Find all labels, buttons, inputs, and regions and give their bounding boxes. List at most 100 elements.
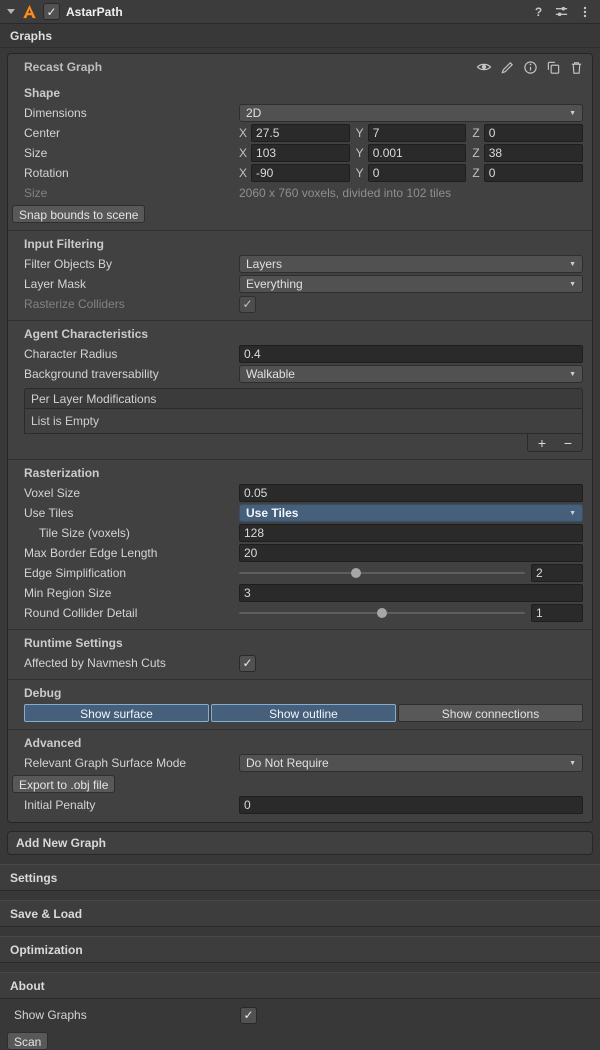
chevron-down-icon: ▼ xyxy=(569,281,576,288)
chevron-down-icon: ▼ xyxy=(569,110,576,117)
chevron-down-icon: ▼ xyxy=(569,510,576,517)
save-load-label: Save & Load xyxy=(10,907,82,921)
add-new-graph-button[interactable]: Add New Graph xyxy=(7,831,593,855)
per-layer-modifications-header[interactable]: Per Layer Modifications xyxy=(25,389,582,409)
list-empty-text: List is Empty xyxy=(31,414,99,428)
visibility-eye-icon[interactable] xyxy=(476,59,492,75)
max-border-edge-length-input[interactable] xyxy=(239,544,583,562)
min-region-size-label: Min Region Size xyxy=(24,586,239,600)
presets-icon[interactable] xyxy=(553,3,570,20)
tile-size-label: Tile Size (voxels) xyxy=(24,526,239,540)
size-label: Size xyxy=(24,146,239,160)
show-surface-button[interactable]: Show surface xyxy=(24,704,209,722)
round-collider-detail-input[interactable] xyxy=(531,604,583,622)
edge-simplification-label: Edge Simplification xyxy=(24,566,239,580)
use-tiles-dropdown[interactable]: Use Tiles ▼ xyxy=(239,504,583,522)
help-icon[interactable]: ? xyxy=(530,3,547,20)
filter-objects-by-label: Filter Objects By xyxy=(24,257,239,271)
edge-simplification-slider[interactable] xyxy=(239,564,525,582)
voxel-size-input[interactable] xyxy=(239,484,583,502)
axis-z-label: Z xyxy=(472,166,479,180)
max-border-edge-length-row: Max Border Edge Length xyxy=(24,544,583,562)
rotation-row: Rotation X Y Z xyxy=(24,164,583,182)
character-radius-row: Character Radius xyxy=(24,345,583,363)
rotation-y-input[interactable] xyxy=(368,164,467,182)
center-y-input[interactable] xyxy=(368,124,467,142)
axis-y-label: Y xyxy=(356,166,364,180)
debug-mode-buttons: Show surface Show outline Show connectio… xyxy=(24,704,583,722)
rasterization-group-header: Rasterization xyxy=(8,459,592,482)
size-x-input[interactable] xyxy=(251,144,350,162)
tile-size-input[interactable] xyxy=(239,524,583,542)
size-z-input[interactable] xyxy=(484,144,583,162)
foldout-open-icon[interactable] xyxy=(7,9,15,14)
size-info-label: Size xyxy=(24,186,239,200)
relevant-graph-surface-mode-value: Do Not Require xyxy=(246,756,565,770)
size-y-input[interactable] xyxy=(368,144,467,162)
dimensions-dropdown[interactable]: 2D ▼ xyxy=(239,104,583,122)
recast-graph-title: Recast Graph xyxy=(24,60,469,74)
component-enabled-checkbox[interactable]: ✓ xyxy=(43,3,60,20)
optimization-label: Optimization xyxy=(10,943,83,957)
show-outline-button[interactable]: Show outline xyxy=(211,704,396,722)
checkmark-icon: ✓ xyxy=(242,298,252,310)
export-obj-button[interactable]: Export to .obj file xyxy=(12,775,115,793)
shape-group-header: Shape xyxy=(8,80,592,102)
optimization-section-header[interactable]: Optimization xyxy=(0,936,600,963)
settings-section-header[interactable]: Settings xyxy=(0,864,600,891)
recast-graph-header[interactable]: Recast Graph xyxy=(8,55,592,79)
duplicate-icon[interactable] xyxy=(545,59,561,75)
background-traversability-label: Background traversability xyxy=(24,367,239,381)
relevant-graph-surface-mode-dropdown[interactable]: Do Not Require ▼ xyxy=(239,754,583,772)
character-radius-input[interactable] xyxy=(239,345,583,363)
min-region-size-input[interactable] xyxy=(239,584,583,602)
save-load-section-header[interactable]: Save & Load xyxy=(0,900,600,927)
rasterize-colliders-label: Rasterize Colliders xyxy=(24,297,239,311)
edit-pencil-icon[interactable] xyxy=(499,59,515,75)
scan-button[interactable]: Scan xyxy=(7,1032,48,1050)
agent-characteristics-group-header: Agent Characteristics xyxy=(8,320,592,343)
background-traversability-dropdown[interactable]: Walkable ▼ xyxy=(239,365,583,383)
center-z-input[interactable] xyxy=(484,124,583,142)
add-item-button[interactable]: + xyxy=(535,436,549,450)
background-traversability-row: Background traversability Walkable ▼ xyxy=(24,365,583,383)
snap-bounds-button[interactable]: Snap bounds to scene xyxy=(12,205,145,223)
round-collider-detail-slider[interactable] xyxy=(239,604,525,622)
layer-mask-dropdown[interactable]: Everything ▼ xyxy=(239,275,583,293)
filter-objects-by-dropdown[interactable]: Layers ▼ xyxy=(239,255,583,273)
graphs-section-header[interactable]: Graphs xyxy=(0,24,600,48)
show-connections-button[interactable]: Show connections xyxy=(398,704,583,722)
checkmark-icon: ✓ xyxy=(242,657,252,669)
size-vector3: X Y Z xyxy=(239,144,583,162)
about-label: About xyxy=(10,979,45,993)
initial-penalty-input[interactable] xyxy=(239,796,583,814)
size-info-value: 2060 x 760 voxels, divided into 102 tile… xyxy=(239,186,451,200)
dimensions-label: Dimensions xyxy=(24,106,239,120)
slider-thumb[interactable] xyxy=(351,568,361,578)
astar-logo-icon xyxy=(21,4,37,20)
show-graphs-checkbox[interactable]: ✓ xyxy=(240,1007,257,1024)
background-traversability-value: Walkable xyxy=(246,367,565,381)
about-section-header[interactable]: About xyxy=(0,972,600,999)
tile-size-row: Tile Size (voxels) xyxy=(24,524,583,542)
delete-trash-icon[interactable] xyxy=(568,59,584,75)
input-filtering-group-header: Input Filtering xyxy=(8,230,592,253)
debug-group-header: Debug xyxy=(8,679,592,702)
rasterize-colliders-checkbox[interactable]: ✓ xyxy=(239,296,256,313)
max-border-edge-length-label: Max Border Edge Length xyxy=(24,546,239,560)
checkmark-icon: ✓ xyxy=(243,1009,253,1021)
affected-by-navmesh-cuts-checkbox[interactable]: ✓ xyxy=(239,655,256,672)
slider-thumb[interactable] xyxy=(377,608,387,618)
remove-item-button[interactable]: − xyxy=(561,436,575,450)
center-label: Center xyxy=(24,126,239,140)
runtime-settings-group-header: Runtime Settings xyxy=(8,629,592,652)
rotation-x-input[interactable] xyxy=(251,164,350,182)
info-icon[interactable] xyxy=(522,59,538,75)
axis-y-label: Y xyxy=(356,146,364,160)
axis-z-label: Z xyxy=(472,126,479,140)
rotation-z-input[interactable] xyxy=(484,164,583,182)
chevron-down-icon: ▼ xyxy=(569,371,576,378)
kebab-menu-icon[interactable] xyxy=(576,3,593,20)
center-x-input[interactable] xyxy=(251,124,350,142)
edge-simplification-input[interactable] xyxy=(531,564,583,582)
